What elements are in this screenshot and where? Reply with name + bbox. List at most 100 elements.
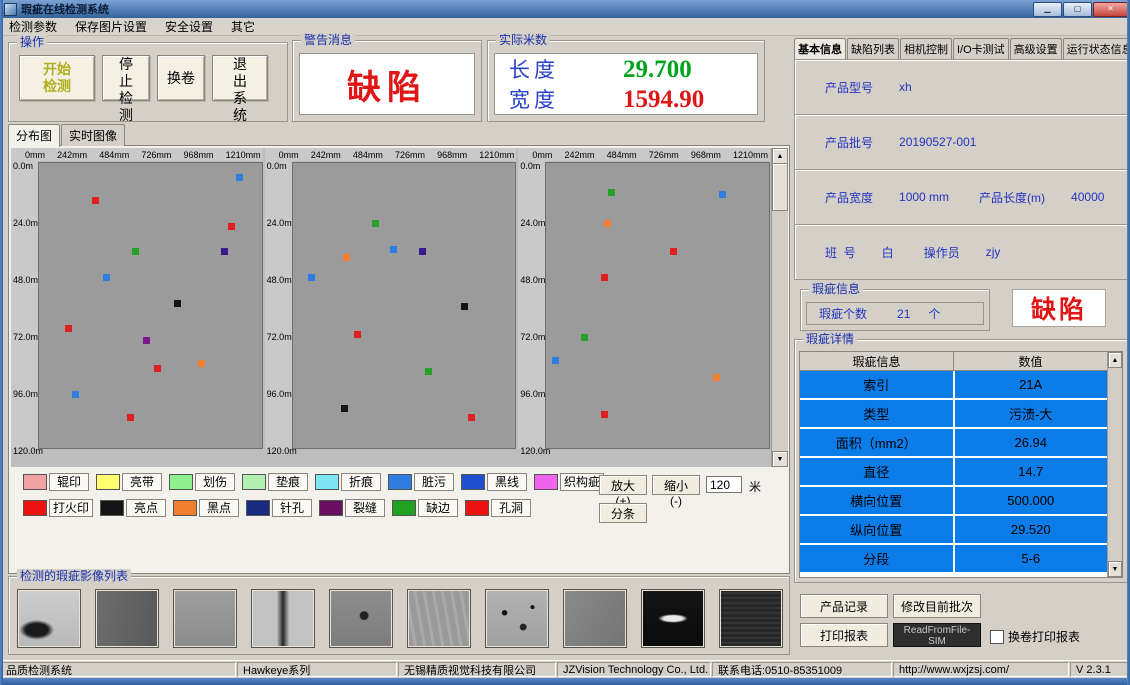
warning-group-label: 警告消息 [301,33,355,47]
legend-swatch [534,474,558,490]
defect-point [341,405,348,412]
width-row: 宽度 1594.90 [509,84,757,114]
legend-label: 脏污 [414,473,454,491]
right-tab-1[interactable]: 基本信息 [794,38,846,59]
exit-button[interactable]: 退出系统 [212,55,268,101]
product-info-value: xh [899,80,912,94]
right-tab-4[interactable]: I/O卡测试 [953,38,1009,59]
y-tick-label: 96.0m [520,389,545,399]
print-report-button[interactable]: 打印报表 [800,623,888,647]
menu-item-4[interactable]: 其它 [222,18,264,35]
read-from-file-button[interactable]: ReadFromFile-SIM [893,623,981,647]
meters-input[interactable] [706,476,742,493]
defect-thumbnail[interactable] [329,589,393,648]
close-button[interactable]: ✕ [1093,2,1128,17]
defect-thumbnail[interactable] [95,589,159,648]
menu-item-1[interactable]: 检测参数 [0,18,66,35]
x-ruler: 0mm242mm484mm726mm968mm1210mm [265,148,517,161]
defect-table-header-cell: 数值 [954,352,1107,370]
defect-table-row[interactable]: 横向位置500.000 [800,487,1107,516]
defect-table-cell: 500.000 [955,487,1108,514]
defect-point [604,220,611,227]
x-tick-label: 1210mm [226,150,261,160]
table-scroll-down-icon[interactable]: ▼ [1108,561,1122,577]
defect-thumbnail[interactable] [251,589,315,648]
table-vertical-scrollbar[interactable]: ▲ ▼ [1107,352,1122,577]
right-tab-5[interactable]: 高级设置 [1010,38,1062,59]
scroll-thumb[interactable] [772,163,788,211]
defect-thumbnail[interactable] [641,589,705,648]
defect-thumbnail[interactable] [17,589,81,648]
defect-detail-group-label: 瑕疵详情 [803,332,857,346]
menu-item-3[interactable]: 安全设置 [156,18,222,35]
panel-body: 0.0m24.0m48.0m72.0m96.0m120.0m [265,161,517,449]
x-tick-label: 968mm [691,150,721,160]
product-info-row: 产品型号xh [795,60,1127,114]
defect-point [601,274,608,281]
length-value: 29.700 [623,56,733,84]
menu-item-2[interactable]: 保存图片设置 [66,18,156,35]
scatter-panel-2: 0mm242mm484mm726mm968mm1210mm0.0m24.0m48… [265,148,517,467]
x-tick-label: 242mm [564,150,594,160]
product-info-row: 产品批号20190527-001 [795,114,1127,169]
zoom-in-button[interactable]: 放大(+) [599,475,647,495]
maximize-button[interactable]: ▢ [1063,2,1092,17]
checkbox-icon[interactable] [990,630,1004,644]
table-scroll-up-icon[interactable]: ▲ [1108,352,1122,368]
defect-thumbnail[interactable] [485,589,549,648]
y-ruler: 0.0m24.0m48.0m72.0m96.0m120.0m [265,161,292,449]
defect-detail-group: 瑕疵详情 瑕疵信息数值索引21A类型污渍-大面积（mm2）26.94直径14.7… [794,339,1128,583]
roll-print-checkbox[interactable]: 换卷打印报表 [990,628,1080,645]
defect-point [468,414,475,421]
defect-image-list-label: 检测的瑕疵影像列表 [17,569,131,583]
product-record-button[interactable]: 产品记录 [800,594,888,618]
split-button[interactable]: 分条 [599,503,647,523]
view-tab-2[interactable]: 实时图像 [61,124,125,146]
scroll-down-icon[interactable]: ▼ [772,451,788,467]
window-controls: ▁ ▢ ✕ [1032,2,1128,17]
defect-thumbnail[interactable] [719,589,783,648]
view-tab-1[interactable]: 分布图 [8,124,60,147]
defect-table-row[interactable]: 面积（mm2）26.94 [800,429,1107,458]
defect-point [581,334,588,341]
defect-info-group: 瑕疵信息 瑕疵个数 21 个 [800,289,990,331]
defect-table-cell: 5-6 [955,545,1108,572]
zoom-out-button[interactable]: 缩小(-) [652,475,700,495]
operation-group: 操作 开始检测停止检测换卷退出系统 [8,42,288,122]
scatter-panel-3: 0mm242mm484mm726mm968mm1210mm0.0m24.0m48… [518,148,770,467]
status-cell-5: 联系电话:0510-85351009 [712,662,892,677]
right-tab-3[interactable]: 相机控制 [900,38,952,59]
modify-batch-button[interactable]: 修改目前批次 [893,594,981,618]
legend-label: 划伤 [195,473,235,491]
y-tick-label: 72.0m [520,332,545,342]
meter-display: 长度 29.700 宽度 1594.90 [494,53,758,115]
defect-table-row[interactable]: 纵向位置29.520 [800,516,1107,545]
legend-label: 黑点 [199,499,239,517]
right-tab-2[interactable]: 缺陷列表 [847,38,899,59]
legend-label: 亮点 [126,499,166,517]
defect-table-row[interactable]: 分段5-6 [800,545,1107,574]
defect-thumbnail[interactable] [563,589,627,648]
view-tabs: 分布图实时图像 [8,127,126,146]
plot-vertical-scrollbar[interactable]: ▲ ▼ [771,148,788,467]
defect-point [343,254,350,261]
operation-group-label: 操作 [17,35,47,49]
scroll-up-icon[interactable]: ▲ [772,148,788,164]
roll-button[interactable]: 换卷 [157,55,205,101]
defect-table-row[interactable]: 索引21A [800,371,1107,400]
right-tab-6[interactable]: 运行状态信息 [1063,38,1130,59]
defect-thumbnail[interactable] [173,589,237,648]
legend-swatch [246,500,270,516]
start-button[interactable]: 开始检测 [19,55,95,101]
defect-count-box: 瑕疵个数 21 个 [806,302,984,325]
stop-button[interactable]: 停止检测 [102,55,150,101]
y-tick-label: 24.0m [267,218,292,228]
legend-row-2: 打火印亮点黑点针孔裂缝缺边孔洞 [23,499,531,517]
defect-table-row[interactable]: 直径14.7 [800,458,1107,487]
defect-thumbnail[interactable] [407,589,471,648]
status-bar: 品质检测系统Hawkeye系列无锡精质视觉科技有限公司JZVision Tech… [0,660,1130,678]
x-tick-label: 1210mm [479,150,514,160]
defect-table-row[interactable]: 类型污渍-大 [800,400,1107,429]
legend-item: 折痕 [315,473,381,491]
minimize-button[interactable]: ▁ [1033,2,1062,17]
